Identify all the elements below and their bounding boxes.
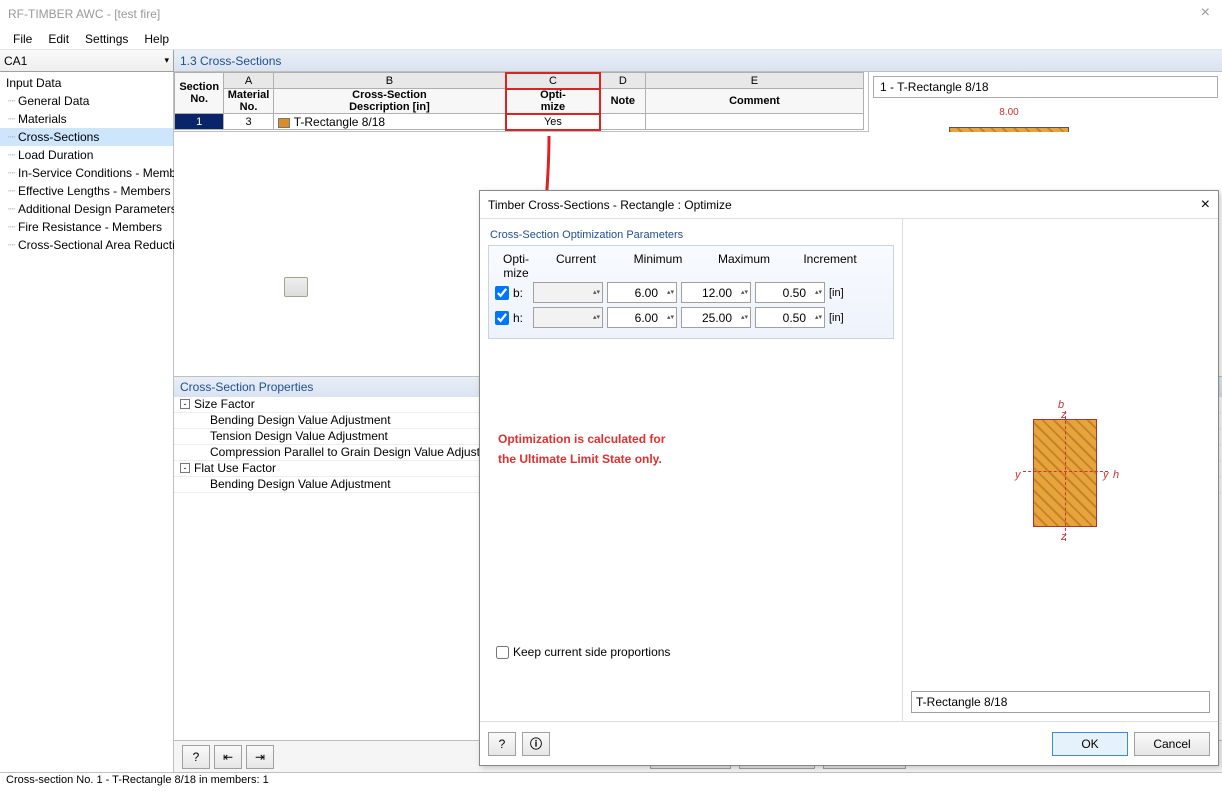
input-h-min[interactable]: 6.00: [607, 307, 677, 328]
dialog-info-button[interactable]: ⓘ: [522, 732, 550, 756]
menu-edit[interactable]: Edit: [41, 30, 76, 48]
status-bar: Cross-section No. 1 - T-Rectangle 8/18 i…: [0, 772, 1222, 791]
nav-tree: Input Data General Data Materials Cross-…: [0, 72, 174, 772]
head-maximum: Maximum: [701, 252, 787, 280]
cell-material-no[interactable]: 3: [224, 114, 273, 130]
help-button[interactable]: ?: [182, 745, 210, 769]
nav-root[interactable]: Input Data: [0, 74, 173, 92]
dim-h-label: h: [1113, 469, 1119, 481]
param-row-b: b: 6.00 12.00 0.50 [in]: [495, 282, 887, 303]
nav-cross-sections[interactable]: Cross-Sections: [0, 128, 173, 146]
input-b-min[interactable]: 6.00: [607, 282, 677, 303]
preview-width-label: 8.00: [949, 107, 1069, 118]
input-b-max[interactable]: 12.00: [681, 282, 751, 303]
head-minimum: Minimum: [615, 252, 701, 280]
menu-file[interactable]: File: [6, 30, 39, 48]
label-b: b:: [513, 286, 529, 300]
dialog-titlebar: Timber Cross-Sections - Rectangle : Opti…: [480, 191, 1218, 219]
input-b-inc[interactable]: 0.50: [755, 282, 825, 303]
nav-eff-lengths[interactable]: Effective Lengths - Members: [0, 182, 173, 200]
input-b-current[interactable]: [533, 282, 603, 303]
axis-y-left: y: [1015, 469, 1021, 481]
case-selector-value: CA1: [4, 54, 27, 68]
annotation-text: Optimization is calculated for the Ultim…: [488, 429, 894, 469]
input-h-inc[interactable]: 0.50: [755, 307, 825, 328]
head-increment: Increment: [787, 252, 873, 280]
close-icon[interactable]: ×: [1201, 4, 1210, 22]
dialog-help-button[interactable]: ?: [488, 732, 516, 756]
input-h-current[interactable]: [533, 307, 603, 328]
section-name-input[interactable]: [911, 691, 1210, 713]
col-letter-b[interactable]: B: [273, 73, 505, 89]
menubar: File Edit Settings Help: [0, 28, 1222, 50]
input-h-max[interactable]: 25.00: [681, 307, 751, 328]
nav-general-data[interactable]: General Data: [0, 92, 173, 110]
nav-fire-resistance[interactable]: Fire Resistance - Members: [0, 218, 173, 236]
window-title: RF-TIMBER AWC - [test fire]: [8, 7, 160, 21]
nav-load-duration[interactable]: Load Duration: [0, 146, 173, 164]
col-desc[interactable]: Cross-SectionDescription [in]: [273, 89, 505, 114]
col-material-no[interactable]: MaterialNo.: [224, 89, 273, 114]
dialog-title-text: Timber Cross-Sections - Rectangle : Opti…: [488, 198, 732, 212]
dialog-close-icon[interactable]: ×: [1201, 196, 1210, 214]
axis-z-line: [1065, 411, 1066, 541]
keep-proportions-label: Keep current side proportions: [513, 645, 670, 659]
checkbox-keep-proportions[interactable]: [496, 646, 509, 659]
unit-h: [in]: [829, 312, 849, 324]
optimization-group: Opti-mize Current Minimum Maximum Increm…: [488, 245, 894, 339]
collapse-icon[interactable]: -: [180, 463, 190, 473]
col-letter-d[interactable]: D: [600, 73, 645, 89]
library-icon[interactable]: [284, 277, 308, 297]
cell-optimize[interactable]: Yes: [506, 114, 601, 130]
dialog-preview: b h y y z z: [902, 219, 1218, 721]
optimize-dialog: Timber Cross-Sections - Rectangle : Opti…: [479, 190, 1219, 766]
nav-materials[interactable]: Materials: [0, 110, 173, 128]
col-comment[interactable]: Comment: [645, 89, 863, 114]
col-optimize[interactable]: Opti-mize: [506, 89, 601, 114]
cell-desc[interactable]: T-Rectangle 8/18: [273, 114, 505, 130]
section-swatch-icon: [278, 118, 290, 128]
nav-area-reduction[interactable]: Cross-Sectional Area Reduction: [0, 236, 173, 254]
checkbox-b[interactable]: [495, 286, 509, 300]
import-button[interactable]: ⇤: [214, 745, 242, 769]
col-letter-c[interactable]: C: [506, 73, 601, 89]
export-button[interactable]: ⇥: [246, 745, 274, 769]
cell-comment[interactable]: [645, 114, 863, 130]
cell-section-no[interactable]: 1: [175, 114, 224, 130]
cancel-button[interactable]: Cancel: [1134, 732, 1210, 756]
menu-settings[interactable]: Settings: [78, 30, 135, 48]
head-current: Current: [537, 252, 615, 280]
nav-in-service[interactable]: In-Service Conditions - Members: [0, 164, 173, 182]
checkbox-h[interactable]: [495, 311, 509, 325]
label-h: h:: [513, 311, 529, 325]
keep-proportions-row: Keep current side proportions: [488, 639, 894, 665]
col-note[interactable]: Note: [600, 89, 645, 114]
col-letter-e[interactable]: E: [645, 73, 863, 89]
group-title: Cross-Section Optimization Parameters: [488, 225, 894, 245]
menu-help[interactable]: Help: [137, 30, 176, 48]
cell-desc-text: T-Rectangle 8/18: [294, 115, 385, 129]
chevron-down-icon: ▾: [164, 55, 169, 66]
nav-add-params[interactable]: Additional Design Parameters: [0, 200, 173, 218]
dialog-footer: ? ⓘ OK Cancel: [480, 721, 1218, 765]
head-optimize: Opti-mize: [495, 252, 537, 280]
case-selector[interactable]: CA1 ▾: [0, 50, 174, 72]
col-letter-a[interactable]: A: [224, 73, 273, 89]
param-row-h: h: 6.00 25.00 0.50 [in]: [495, 307, 887, 328]
section-title: 1.3 Cross-Sections: [174, 50, 1222, 71]
col-section-no[interactable]: SectionNo.: [175, 73, 224, 114]
ok-button[interactable]: OK: [1052, 732, 1128, 756]
collapse-icon[interactable]: -: [180, 399, 190, 409]
window-titlebar: RF-TIMBER AWC - [test fire] ×: [0, 0, 1222, 28]
cell-note[interactable]: [600, 114, 645, 130]
unit-b: [in]: [829, 287, 849, 299]
preview-title: 1 - T-Rectangle 8/18: [873, 76, 1218, 98]
